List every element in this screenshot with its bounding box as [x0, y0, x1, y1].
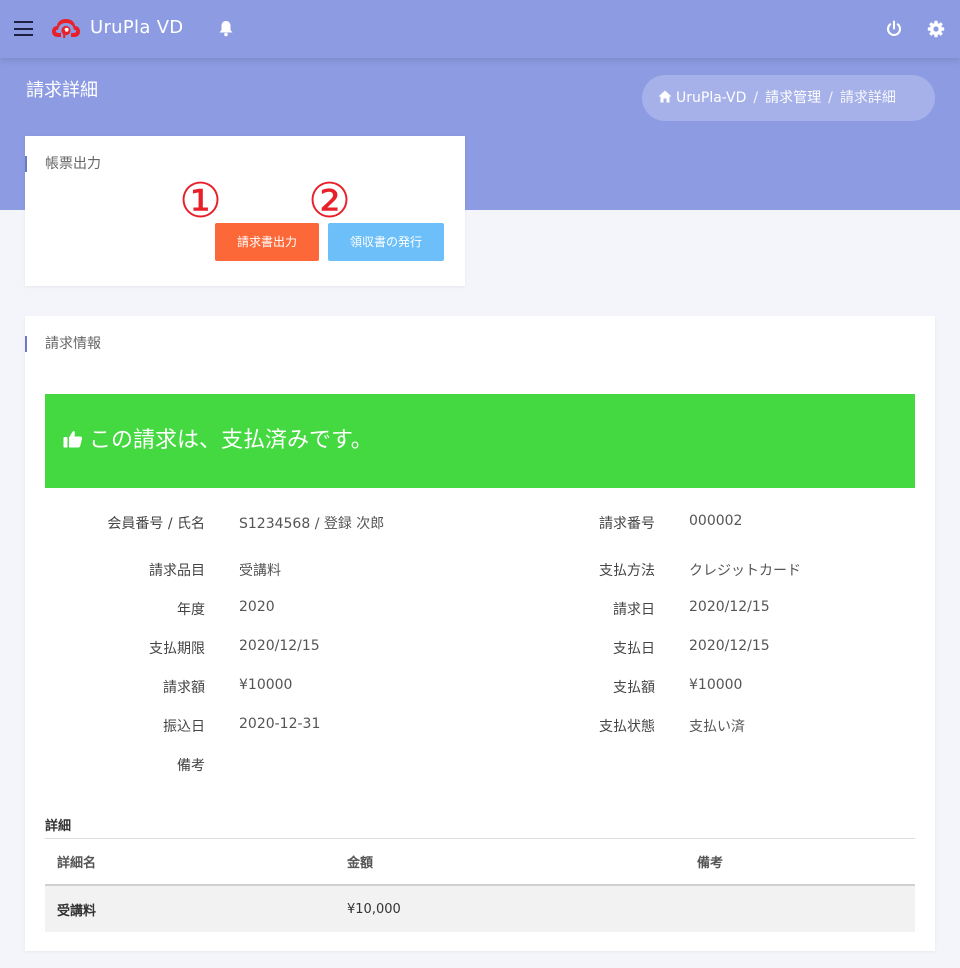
- invoice-date-label: 請求日: [613, 602, 655, 618]
- detail-name-header: 詳細名: [45, 838, 335, 886]
- remarks-label: 備考: [177, 758, 205, 774]
- bell-icon[interactable]: [218, 20, 234, 37]
- payment-deadline-label: 支払期限: [149, 641, 205, 657]
- document-output-title: 帳票出力: [25, 156, 101, 172]
- billing-item-label: 請求品目: [149, 563, 205, 579]
- menu-icon[interactable]: [14, 21, 33, 36]
- paid-amount-value: ¥10000: [689, 677, 743, 693]
- payment-status-label: 支払状態: [599, 719, 655, 735]
- payment-status-value: 支払い済: [689, 719, 745, 735]
- breadcrumb-current: 請求詳細: [839, 90, 896, 106]
- payment-method-value: クレジットカード: [689, 563, 801, 579]
- detail-table: 詳細名 金額 備考 受講料 ¥10,000: [45, 838, 915, 932]
- top-bar: UruPla VD: [0, 0, 960, 58]
- breadcrumb-link-home[interactable]: UruPla-VD: [676, 90, 746, 106]
- billing-item-value: 受講料: [239, 563, 281, 579]
- billing-info-card: 請求情報 この請求は、支払済みです。 会員番号 / 氏名 S1234568 / …: [25, 316, 935, 951]
- home-icon[interactable]: [658, 90, 672, 103]
- detail-amount-header: 金額: [335, 838, 685, 886]
- thumbs-up-icon: [63, 431, 83, 448]
- transfer-date-value: 2020-12-31: [239, 716, 321, 732]
- detail-remarks-header: 備考: [685, 838, 915, 886]
- power-icon[interactable]: [885, 20, 903, 38]
- billing-amount-value: ¥10000: [239, 677, 293, 693]
- marker-2: ②: [308, 173, 352, 229]
- detail-name-cell: 受講料: [45, 885, 335, 932]
- detail-header-row: 詳細名 金額 備考: [45, 838, 915, 886]
- billing-amount-label: 請求額: [163, 680, 205, 696]
- payment-method-label: 支払方法: [599, 563, 655, 579]
- breadcrumb-link-billing[interactable]: 請求管理: [765, 90, 821, 106]
- invoice-output-button[interactable]: 請求書出力: [215, 223, 319, 261]
- year-label: 年度: [177, 602, 205, 618]
- gear-icon[interactable]: [927, 20, 945, 38]
- payment-deadline-value: 2020/12/15: [239, 638, 320, 654]
- logo-icon: [52, 19, 80, 38]
- breadcrumb-separator: /: [828, 90, 833, 106]
- member-value: S1234568 / 登録 次郎: [239, 516, 385, 532]
- page-title: 請求詳細: [26, 80, 98, 101]
- paid-amount-label: 支払額: [613, 680, 655, 696]
- payment-date-label: 支払日: [613, 641, 655, 657]
- receipt-issue-button[interactable]: 領収書の発行: [328, 223, 444, 261]
- billing-info-title: 請求情報: [25, 336, 101, 352]
- table-row: 受講料 ¥10,000: [45, 885, 915, 932]
- invoice-number-value: 000002: [689, 513, 743, 529]
- document-output-card: 帳票出力 ① ② 請求書出力 領収書の発行: [25, 136, 465, 286]
- invoice-date-value: 2020/12/15: [689, 599, 770, 615]
- app-title: UruPla VD: [90, 17, 184, 38]
- paid-status-banner: この請求は、支払済みです。: [45, 394, 915, 488]
- banner-text: この請求は、支払済みです。: [89, 428, 373, 453]
- detail-title: 詳細: [45, 819, 72, 834]
- detail-amount-cell: ¥10,000: [335, 885, 685, 932]
- invoice-number-label: 請求番号: [599, 516, 655, 532]
- payment-date-value: 2020/12/15: [689, 638, 770, 654]
- member-label: 会員番号 / 氏名: [107, 516, 205, 532]
- detail-remarks-cell: [685, 885, 915, 932]
- marker-1: ①: [179, 173, 223, 229]
- year-value: 2020: [239, 599, 275, 615]
- breadcrumb-separator: /: [753, 90, 759, 106]
- breadcrumb: UruPla-VD / 請求管理 / 請求詳細: [642, 75, 935, 121]
- transfer-date-label: 振込日: [163, 719, 205, 735]
